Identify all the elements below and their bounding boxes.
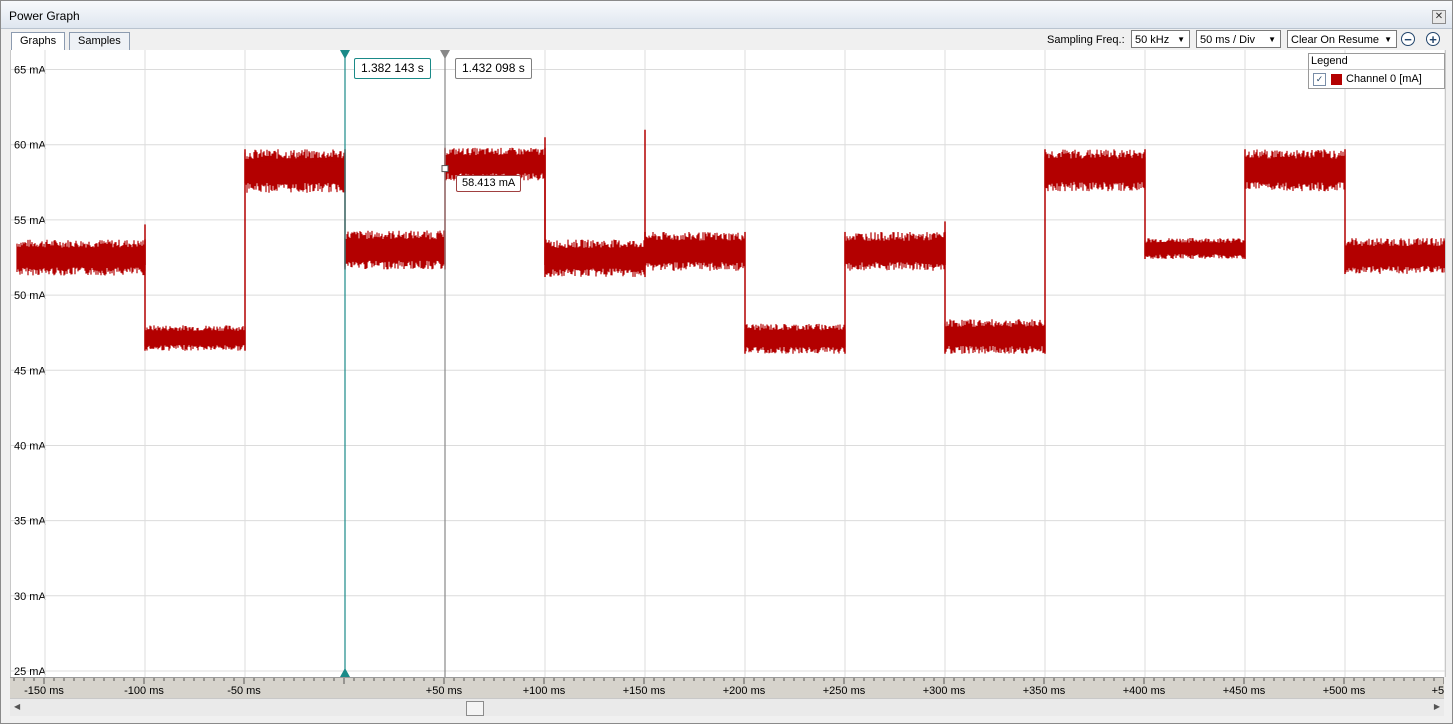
hover-value-label: 58.413 mA bbox=[456, 175, 522, 192]
chevron-down-icon: ▼ bbox=[1177, 35, 1185, 44]
signal-segment bbox=[144, 325, 246, 351]
power-chart: 65 mA 60 mA 55 mA 50 mA 45 mA 40 mA 35 mA 30 mA… bbox=[11, 50, 1446, 678]
tab-graphs[interactable]: Graphs bbox=[11, 32, 66, 51]
y-tick-label: 65 mA bbox=[14, 65, 46, 77]
zoom-in-icon[interactable]: + bbox=[1426, 32, 1440, 46]
channel-visible-checkbox[interactable]: ✓ bbox=[1313, 73, 1326, 86]
signal-core bbox=[1045, 160, 1145, 180]
x-tick-label: +200 ms bbox=[723, 685, 766, 697]
signal-core bbox=[1145, 243, 1245, 254]
right-cursor-time-label: 1.432 098 s bbox=[455, 58, 532, 79]
window-title: Power Graph bbox=[9, 9, 80, 23]
x-tick-label: +400 ms bbox=[1123, 685, 1166, 697]
x-tick-label: +50 ms bbox=[426, 685, 463, 697]
signal-segment bbox=[1344, 238, 1446, 274]
y-tick-label: 45 mA bbox=[14, 365, 46, 377]
signal-core bbox=[17, 249, 145, 266]
x-tick-label: +550 bbox=[1432, 685, 1444, 697]
left-cursor-bottom-handle-icon bbox=[340, 668, 350, 677]
scroll-right-icon[interactable]: ▶ bbox=[1434, 702, 1440, 711]
left-cursor-handle-icon bbox=[340, 50, 350, 59]
sampling-freq-dropdown[interactable]: 50 kHz ▼ bbox=[1131, 30, 1190, 48]
x-tick-label: +100 ms bbox=[523, 685, 566, 697]
right-cursor-handle-icon bbox=[440, 50, 450, 59]
left-cursor-time-label: 1.382 143 s bbox=[354, 58, 431, 79]
signal-segment bbox=[744, 323, 846, 354]
scrollbar-thumb[interactable] bbox=[466, 701, 484, 716]
legend-color-swatch bbox=[1331, 74, 1342, 85]
title-bar: Power Graph ✕ bbox=[1, 1, 1452, 29]
signal-core bbox=[445, 156, 545, 172]
zoom-out-icon[interactable]: − bbox=[1401, 32, 1415, 46]
x-tick-label: +150 ms bbox=[623, 685, 666, 697]
signal-segment bbox=[544, 239, 646, 277]
time-div-value: 50 ms / Div bbox=[1200, 34, 1256, 46]
signal-core bbox=[945, 328, 1045, 345]
signal-core bbox=[1245, 160, 1345, 180]
power-graph-window: Power Graph ✕ Graphs Samples Sampling Fr… bbox=[0, 0, 1453, 724]
signal-segment bbox=[1044, 149, 1146, 192]
tab-samples[interactable]: Samples bbox=[69, 32, 130, 50]
chevron-down-icon: ▼ bbox=[1384, 35, 1392, 44]
y-tick-label: 35 mA bbox=[14, 516, 46, 528]
time-axis: -150 ms -100 ms -50 ms +50 ms +100 ms +150 ms… bbox=[10, 677, 1453, 698]
y-tick-label: 55 mA bbox=[14, 215, 46, 227]
legend-box: Legend ✓ Channel 0 [mA] bbox=[1308, 53, 1445, 89]
sampling-freq-label: Sampling Freq.: bbox=[1047, 34, 1125, 46]
x-tick-label: +250 ms bbox=[823, 685, 866, 697]
signal-core bbox=[745, 331, 845, 346]
signal-core bbox=[645, 242, 745, 261]
hover-marker-icon bbox=[441, 165, 449, 173]
signal-segment bbox=[944, 319, 1046, 354]
x-tick-label: +350 ms bbox=[1023, 685, 1066, 697]
signal-core bbox=[1345, 247, 1445, 265]
legend-divider bbox=[1309, 69, 1444, 70]
x-tick-label: +500 ms bbox=[1323, 685, 1366, 697]
y-tick-label: 50 mA bbox=[14, 290, 46, 302]
clear-mode-value: Clear On Resume bbox=[1291, 34, 1380, 46]
x-tick-label: -50 ms bbox=[227, 685, 261, 697]
x-tick-label: -150 ms bbox=[24, 685, 64, 697]
signal-segment bbox=[1244, 149, 1346, 192]
signal-segment bbox=[244, 149, 346, 193]
x-tick-label: +300 ms bbox=[923, 685, 966, 697]
scroll-left-icon[interactable]: ◀ bbox=[14, 702, 20, 711]
y-tick-label: 60 mA bbox=[14, 140, 46, 152]
signal-core bbox=[245, 161, 345, 181]
graph-plot-area[interactable]: 65 mA 60 mA 55 mA 50 mA 45 mA 40 mA 35 mA 30 mA… bbox=[10, 50, 1446, 678]
signal-segment bbox=[1144, 238, 1246, 259]
signal-core bbox=[545, 249, 645, 267]
signal-core bbox=[145, 332, 245, 344]
y-tick-label: 30 mA bbox=[14, 591, 46, 603]
signal-segment bbox=[644, 232, 745, 271]
signal-segment bbox=[16, 239, 146, 276]
y-tick-label: 40 mA bbox=[14, 440, 46, 452]
signal-core bbox=[345, 241, 445, 259]
chevron-down-icon: ▼ bbox=[1268, 35, 1276, 44]
signal-core bbox=[845, 242, 945, 261]
sampling-freq-value: 50 kHz bbox=[1135, 34, 1170, 46]
close-icon[interactable]: ✕ bbox=[1432, 10, 1446, 24]
legend-title: Legend bbox=[1311, 55, 1348, 67]
y-tick-label: 25 mA bbox=[14, 666, 46, 677]
signal-segment bbox=[844, 232, 946, 271]
clear-mode-dropdown[interactable]: Clear On Resume ▼ bbox=[1287, 30, 1397, 48]
legend-series-label: Channel 0 [mA] bbox=[1346, 73, 1422, 85]
horizontal-scrollbar[interactable]: ◀ ▶ bbox=[10, 698, 1444, 716]
x-tick-label: +450 ms bbox=[1223, 685, 1266, 697]
signal-segment bbox=[344, 230, 446, 270]
time-axis-ticks: -150 ms -100 ms -50 ms +50 ms +100 ms +150 ms… bbox=[13, 678, 1453, 697]
x-tick-label: -100 ms bbox=[124, 685, 164, 697]
time-div-dropdown[interactable]: 50 ms / Div ▼ bbox=[1196, 30, 1281, 48]
